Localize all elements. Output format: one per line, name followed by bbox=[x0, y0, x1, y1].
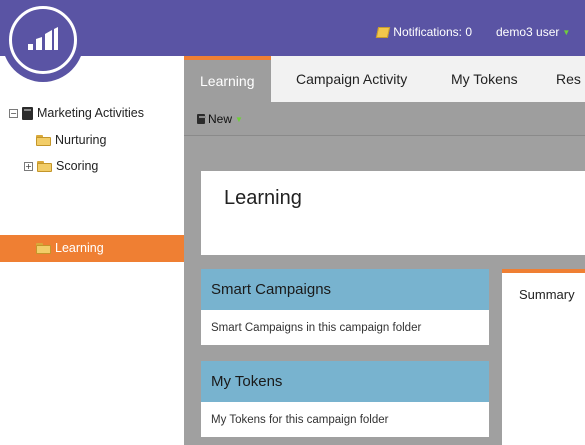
new-button[interactable]: New ▼ bbox=[197, 112, 243, 126]
tab-bar: Learning Campaign Activity My Tokens Res bbox=[184, 56, 585, 102]
card-description: Smart Campaigns in this campaign folder bbox=[211, 321, 422, 334]
sidebar-item-label: Scoring bbox=[56, 159, 99, 173]
summary-label: Summary bbox=[519, 287, 575, 302]
summary-panel: Summary bbox=[502, 269, 585, 445]
card-title[interactable]: My Tokens bbox=[201, 361, 489, 402]
sidebar-tree: − Marketing Activities Nurturing + Scori… bbox=[0, 56, 184, 445]
sidebar-item-learning-content[interactable]: Learning bbox=[36, 241, 104, 255]
sidebar-item-scoring[interactable]: + Scoring bbox=[24, 159, 98, 173]
tab-results[interactable]: Res bbox=[556, 56, 581, 102]
tab-label: My Tokens bbox=[451, 71, 518, 87]
chevron-down-icon: ▼ bbox=[235, 114, 243, 124]
content-area: Learning Smart Campaigns Smart Campaigns… bbox=[184, 136, 585, 445]
tree-root-label: Marketing Activities bbox=[37, 106, 144, 120]
tab-label: Res bbox=[556, 71, 581, 87]
user-menu[interactable]: demo3 user ▼ bbox=[496, 25, 570, 39]
tab-label: Campaign Activity bbox=[296, 71, 408, 87]
collapse-icon[interactable]: − bbox=[9, 108, 18, 118]
tree-root-marketing-activities[interactable]: − Marketing Activities bbox=[9, 106, 144, 120]
my-tokens-card[interactable]: My Tokens My Tokens for this campaign fo… bbox=[201, 361, 489, 437]
sidebar-item-nurturing[interactable]: Nurturing bbox=[36, 133, 106, 147]
marketo-logo[interactable] bbox=[2, 0, 84, 82]
chevron-down-icon: ▼ bbox=[562, 27, 571, 37]
sidebar-item-label: Nurturing bbox=[55, 133, 107, 147]
notification-icon bbox=[376, 26, 391, 38]
smart-campaigns-card[interactable]: Smart Campaigns Smart Campaigns in this … bbox=[201, 269, 489, 345]
tab-my-tokens[interactable]: My Tokens bbox=[451, 56, 518, 102]
notifications-button[interactable]: Notifications: 0 bbox=[376, 25, 472, 39]
user-label: demo3 user bbox=[496, 25, 560, 39]
sidebar-item-label: Learning bbox=[55, 241, 104, 255]
folder-icon bbox=[37, 160, 52, 172]
new-icon bbox=[197, 114, 206, 124]
notifications-label: Notifications: 0 bbox=[393, 25, 472, 39]
main-panel: Learning Campaign Activity My Tokens Res… bbox=[184, 56, 585, 445]
page-title: Learning bbox=[224, 187, 302, 209]
folder-icon bbox=[36, 134, 51, 146]
tab-label: Learning bbox=[200, 73, 255, 89]
marketing-activities-icon bbox=[22, 106, 33, 120]
expand-icon[interactable]: + bbox=[24, 161, 33, 171]
tab-campaign-activity[interactable]: Campaign Activity bbox=[296, 56, 407, 102]
toolbar: New ▼ bbox=[184, 102, 585, 136]
logo-bars-icon bbox=[28, 27, 58, 50]
title-card: Learning bbox=[201, 171, 585, 255]
tab-learning[interactable]: Learning bbox=[184, 56, 271, 102]
card-description: My Tokens for this campaign folder bbox=[211, 413, 389, 426]
top-bar: Notifications: 0 demo3 user ▼ bbox=[0, 0, 585, 56]
card-title[interactable]: Smart Campaigns bbox=[201, 269, 489, 310]
new-button-label: New bbox=[208, 112, 233, 126]
folder-icon bbox=[36, 242, 51, 254]
